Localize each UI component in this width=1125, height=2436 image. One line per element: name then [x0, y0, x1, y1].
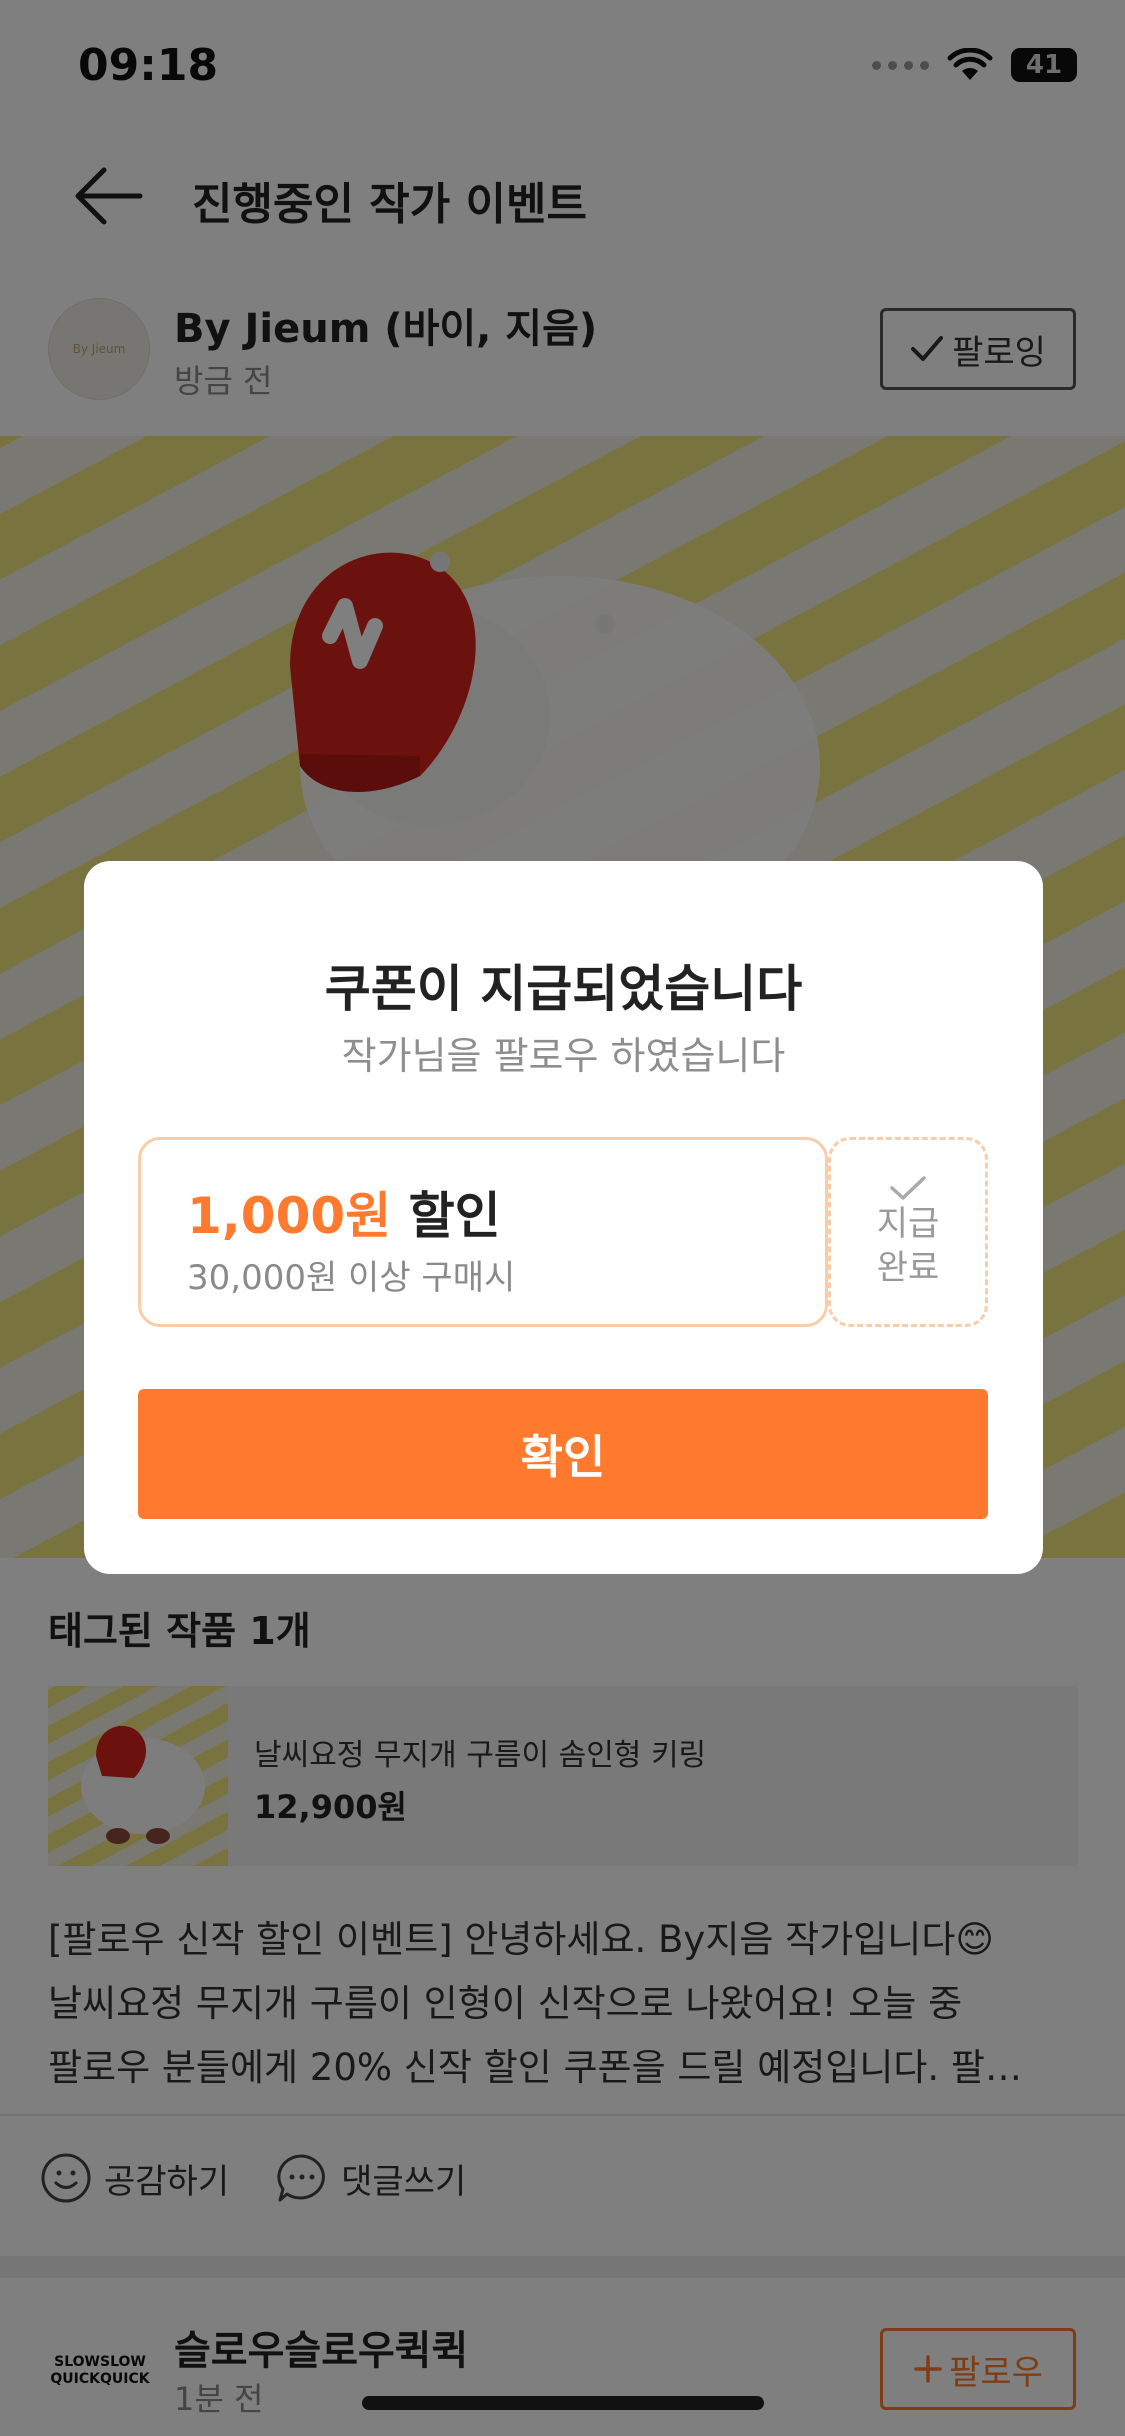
coupon-discount-label: 할인: [408, 1187, 501, 1245]
dialog-subtitle: 작가님을 팔로우 하였습니다: [341, 1034, 786, 1078]
coupon-discount: 1,000원 할인: [187, 1176, 501, 1248]
coupon-card: 1,000원 할인 30,000원 이상 구매시: [138, 1137, 828, 1327]
dialog-title: 쿠폰이 지급되었습니다: [324, 960, 803, 1018]
coupon-condition: 30,000원 이상 구매시: [187, 1258, 516, 1298]
status-line: 지급: [876, 1204, 940, 1244]
coupon-amount: 1,000원: [187, 1187, 392, 1245]
home-indicator[interactable]: [362, 2396, 764, 2410]
status-line: 완료: [876, 1248, 940, 1288]
coupon-status-stub: 지급 완료: [828, 1137, 988, 1327]
coupon-status-label: 지급 완료: [877, 1202, 940, 1290]
coupon-issued-dialog: 쿠폰이 지급되었습니다 작가님을 팔로우 하였습니다 1,000원 할인 30,…: [84, 861, 1043, 1574]
check-icon: [890, 1176, 926, 1200]
confirm-button[interactable]: 확인: [138, 1389, 988, 1519]
